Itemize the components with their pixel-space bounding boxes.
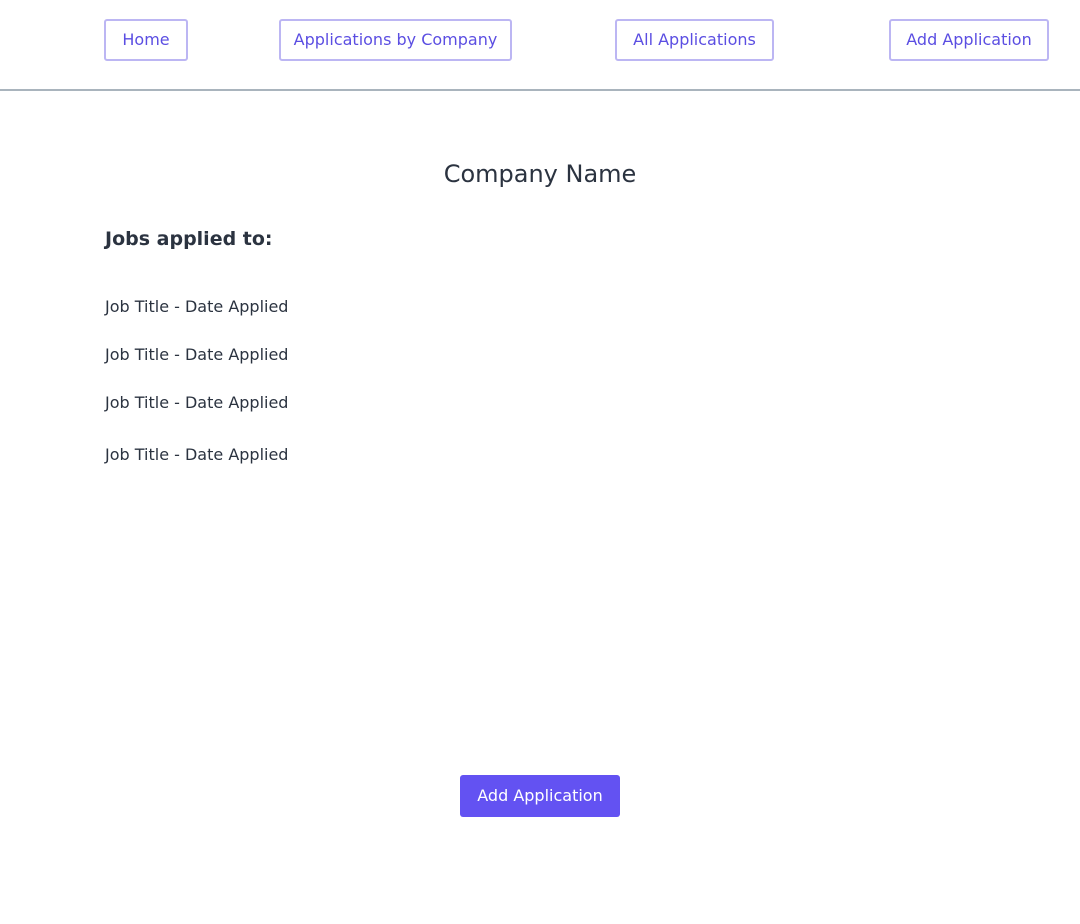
- job-list-item: Job Title - Date Applied: [105, 393, 289, 412]
- job-list-item: Job Title - Date Applied: [105, 297, 289, 316]
- jobs-applied-heading: Jobs applied to:: [105, 228, 273, 250]
- add-application-button[interactable]: Add Application: [460, 775, 620, 817]
- nav-all-applications-button[interactable]: All Applications: [615, 19, 774, 61]
- job-list-item: Job Title - Date Applied: [105, 345, 289, 364]
- company-name-title: Company Name: [443, 160, 637, 188]
- job-list-item: Job Title - Date Applied: [105, 445, 289, 464]
- nav-home-button[interactable]: Home: [104, 19, 188, 61]
- nav-add-application-button[interactable]: Add Application: [889, 19, 1049, 61]
- nav-applications-by-company-button[interactable]: Applications by Company: [279, 19, 512, 61]
- top-navigation: Home Applications by Company All Applica…: [0, 0, 1080, 91]
